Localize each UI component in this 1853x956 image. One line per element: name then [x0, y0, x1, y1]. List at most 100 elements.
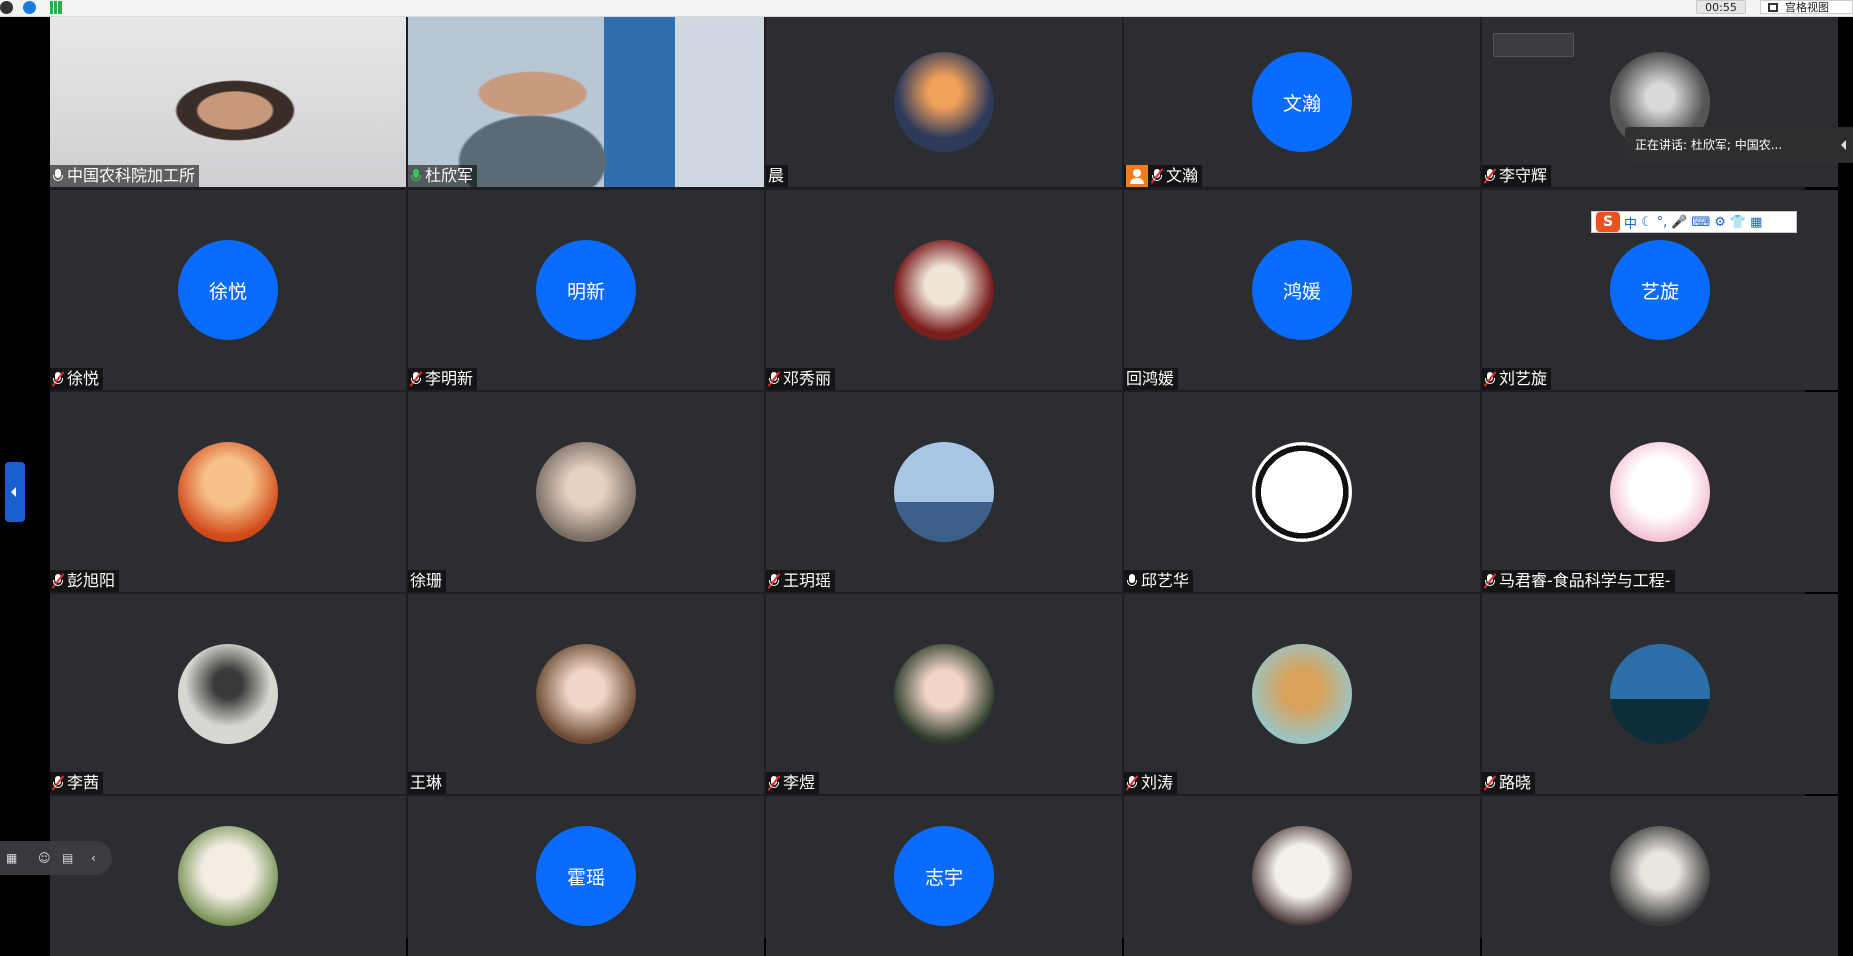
participant-video [408, 17, 764, 187]
participant-tile[interactable]: 路晓 [1482, 594, 1838, 794]
mic-muted-icon [767, 775, 781, 791]
participant-name: 李茜 [67, 773, 100, 792]
gallery-view-button[interactable]: 宫格视图 [1760, 0, 1853, 14]
participant-tile[interactable]: 邓秀丽 [766, 190, 1122, 390]
participant-tile[interactable]: 李茜 [50, 594, 406, 794]
active-speaker-text: 正在讲话: 杜欣军; 中国农... [1635, 138, 1783, 152]
participant-tile[interactable]: 王玥瑶 [766, 392, 1122, 592]
participant-avatar [1252, 442, 1352, 542]
participant-avatar [1252, 826, 1352, 926]
participant-name: 邱艺华 [1141, 571, 1190, 590]
ime-skin-icon[interactable]: 👕 [1730, 215, 1746, 230]
participant-name: 马君睿-食品科学与工程- [1499, 571, 1671, 590]
participant-name: 刘艺旋 [1499, 369, 1548, 388]
collapse-toolbar-icon[interactable]: ‹ [91, 851, 107, 865]
participant-tile[interactable]: 徐悦 徐悦 [50, 190, 406, 390]
ime-toolbox-icon[interactable]: ▦ [1750, 215, 1762, 230]
participant-tile[interactable]: 霍瑶 [408, 796, 764, 956]
mic-muted-icon [1125, 775, 1139, 791]
ime-mini-toolbar[interactable] [1493, 33, 1574, 57]
participant-name-tag: 文瀚 [1124, 165, 1203, 187]
signal-bars-icon[interactable] [50, 1, 62, 14]
collapse-banner-icon[interactable] [1837, 137, 1851, 153]
host-icon [1126, 165, 1148, 187]
participant-video [50, 17, 406, 187]
meeting-top-bar: 00:55 宫格视图 [0, 0, 1853, 17]
participant-name: 杜欣军 [425, 166, 474, 185]
participant-tile[interactable]: 志宇 [766, 796, 1122, 956]
participant-tile[interactable] [1482, 796, 1838, 956]
security-shield-icon[interactable] [23, 1, 36, 14]
ime-settings-icon[interactable]: ⚙ [1714, 215, 1726, 230]
participant-tile[interactable] [1124, 796, 1480, 956]
participant-avatar: 霍瑶 [536, 826, 636, 926]
participant-avatar [1610, 826, 1710, 926]
mic-muted-icon [1483, 573, 1497, 589]
participant-avatar [178, 644, 278, 744]
info-icon[interactable] [0, 1, 13, 14]
participant-name: 徐悦 [67, 369, 100, 388]
meeting-timer: 00:55 [1696, 0, 1746, 14]
active-speaker-banner: 正在讲话: 杜欣军; 中国农... [1625, 127, 1853, 163]
participant-name-tag: 李守辉 [1482, 165, 1552, 187]
participant-name-tag: 王琳 [408, 772, 447, 794]
participant-tile[interactable]: 鸿媛回鸿媛 [1124, 190, 1480, 390]
participant-name-tag: 徐悦 [50, 368, 104, 390]
participant-tile[interactable]: 中国农科院加工所 [50, 17, 406, 187]
ime-chinese-mode[interactable]: 中 [1624, 213, 1637, 232]
participant-tile[interactable]: 徐珊 [408, 392, 764, 592]
ime-logo-icon[interactable]: S [1596, 212, 1620, 232]
participant-avatar: 艺旋 [1610, 240, 1710, 340]
participant-name-tag: 马君睿-食品科学与工程- [1482, 570, 1675, 592]
mic-icon [52, 168, 64, 184]
participant-name-tag: 中国农科院加工所 [50, 165, 200, 187]
participant-name-tag: 刘涛 [1124, 772, 1178, 794]
mic-muted-icon [51, 371, 65, 387]
participant-avatar: 文瀚 [1252, 52, 1352, 152]
participant-avatar [1252, 644, 1352, 744]
participant-name-tag: 李明新 [408, 368, 478, 390]
ime-voice-icon[interactable]: 🎤 [1671, 215, 1687, 230]
participant-tile[interactable]: 杜欣军 [408, 17, 764, 187]
ime-punctuation-icon[interactable]: °, [1657, 215, 1668, 230]
participant-tile[interactable]: 邱艺华 [1124, 392, 1480, 592]
floating-toolbar: ▦ ☺ ▤ ‹ [0, 841, 112, 875]
participant-name-tag: 李煜 [766, 772, 820, 794]
participant-name: 回鸿媛 [1126, 369, 1175, 388]
side-panel-toggle[interactable] [5, 462, 25, 522]
participant-tile[interactable]: 明新 李明新 [408, 190, 764, 390]
participant-tile[interactable]: 王琳 [408, 594, 764, 794]
mic-muted-icon [1483, 775, 1497, 791]
ime-toolbar[interactable]: S 中 ☾ °, 🎤 ⌨ ⚙ 👕 ▦ [1591, 211, 1797, 233]
participant-name-tag: 邓秀丽 [766, 368, 836, 390]
mic-muted-icon [1483, 371, 1497, 387]
participant-tile[interactable] [50, 796, 406, 956]
mic-icon [1126, 573, 1138, 589]
participant-name-tag: 徐珊 [408, 570, 447, 592]
ime-keyboard-icon[interactable]: ⌨ [1692, 215, 1711, 230]
participant-avatar [178, 442, 278, 542]
reaction-icon[interactable]: ☺ [38, 851, 54, 865]
ime-halfwidth-icon[interactable]: ☾ [1641, 215, 1653, 230]
participant-tile[interactable]: 刘涛 [1124, 594, 1480, 794]
mic-muted-icon [1483, 168, 1497, 184]
participant-name-tag: 杜欣军 [408, 165, 478, 187]
participant-name: 文瀚 [1166, 166, 1199, 185]
mic-muted-icon [767, 573, 781, 589]
participant-tile[interactable]: 晨 [766, 17, 1122, 187]
chat-icon[interactable]: ▤ [62, 851, 78, 865]
participant-name: 李煜 [783, 773, 816, 792]
participant-name-tag: 邱艺华 [1124, 570, 1194, 592]
participant-tile[interactable]: 马君睿-食品科学与工程- [1482, 392, 1838, 592]
participant-name: 徐珊 [410, 571, 443, 590]
participant-avatar: 鸿媛 [1252, 240, 1352, 340]
participant-tile[interactable]: 李煜 [766, 594, 1122, 794]
participant-tile[interactable]: 文瀚 文瀚 [1124, 17, 1480, 187]
participant-avatar [894, 52, 994, 152]
participant-name-tag: 晨 [766, 165, 789, 187]
participant-name-tag: 王玥瑶 [766, 570, 836, 592]
participant-tile[interactable]: 彭旭阳 [50, 392, 406, 592]
apps-icon[interactable]: ▦ [6, 851, 22, 865]
mic-icon [410, 168, 422, 184]
mic-muted-icon [1150, 168, 1164, 184]
